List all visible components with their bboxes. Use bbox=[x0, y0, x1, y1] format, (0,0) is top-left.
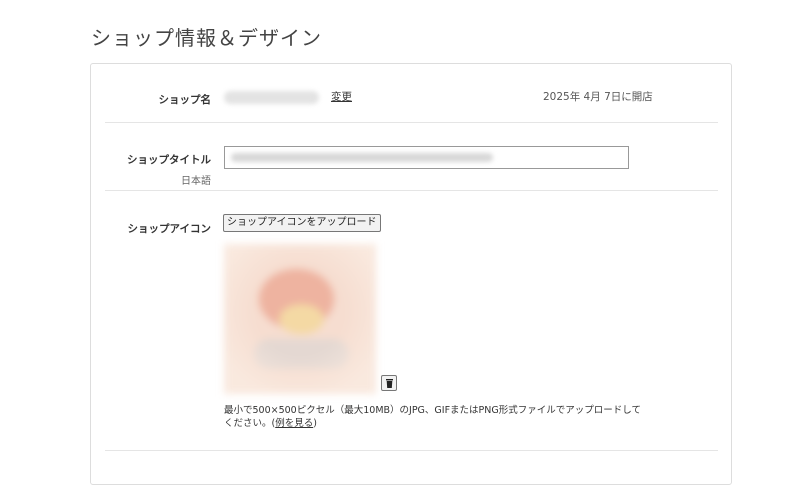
shop-icon-help-text: 最小で500×500ピクセル（最大10MB）のJPG、GIFまたはPNG形式ファ… bbox=[224, 404, 644, 430]
shop-title-value-redacted bbox=[231, 153, 493, 162]
see-example-link[interactable]: 例を見る bbox=[275, 418, 313, 429]
change-shop-name-link[interactable]: 変更 bbox=[331, 89, 352, 104]
divider bbox=[105, 190, 718, 191]
delete-shop-icon-button[interactable] bbox=[381, 375, 397, 391]
help-text-close-paren: ) bbox=[313, 418, 317, 429]
shop-open-date: 2025年 4月 7日に開店 bbox=[543, 89, 653, 104]
divider bbox=[105, 122, 718, 123]
divider bbox=[105, 450, 718, 451]
shop-name-value-redacted bbox=[224, 91, 319, 104]
trash-icon bbox=[386, 379, 393, 388]
shop-icon-label: ショップアイコン bbox=[91, 221, 211, 236]
page-title: ショップ情報＆デザイン bbox=[91, 22, 322, 51]
shop-title-label: ショップタイトル bbox=[91, 152, 211, 167]
upload-shop-icon-button[interactable]: ショップアイコンをアップロード bbox=[223, 214, 381, 232]
shop-title-language-label: 日本語 bbox=[91, 172, 211, 187]
shop-info-card: ショップ名 変更 2025年 4月 7日に開店 ショップタイトル 日本語 ショッ… bbox=[90, 63, 732, 485]
shop-name-label: ショップ名 bbox=[91, 92, 211, 107]
shop-icon-preview-image bbox=[224, 244, 376, 394]
